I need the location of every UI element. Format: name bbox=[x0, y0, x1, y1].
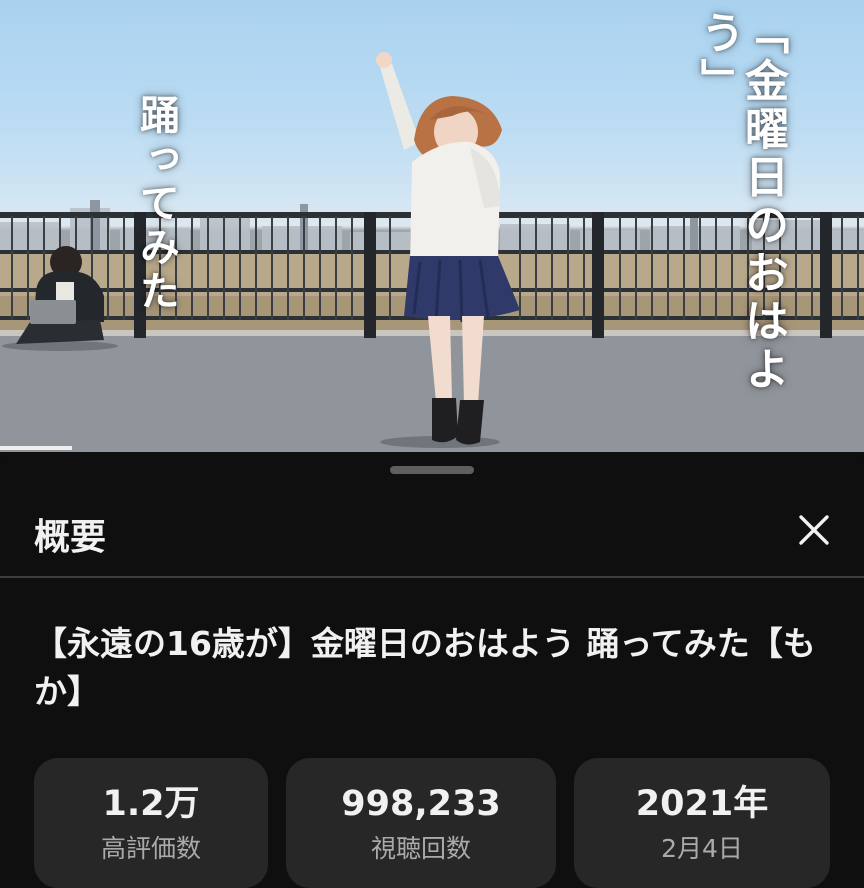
video-player[interactable]: 「金曜日のおはよう」 踊ってみた bbox=[0, 0, 864, 452]
close-icon bbox=[799, 515, 829, 545]
description-panel: 概要 【永遠の16歳が】金曜日のおはよう 踊ってみた【もか】 1.2万 高評価数… bbox=[0, 452, 864, 888]
video-title: 【永遠の16歳が】金曜日のおはよう 踊ってみた【もか】 bbox=[34, 624, 816, 711]
views-label: 視聴回数 bbox=[370, 834, 471, 863]
panel-title: 概要 bbox=[34, 517, 107, 558]
stat-views: 998,233 視聴回数 bbox=[286, 758, 556, 888]
upload-day: 2月4日 bbox=[661, 834, 743, 863]
divider bbox=[0, 576, 864, 578]
video-progress-bar[interactable] bbox=[0, 446, 72, 450]
likes-count: 1.2万 bbox=[102, 784, 200, 824]
likes-label: 高評価数 bbox=[100, 834, 201, 863]
stat-likes: 1.2万 高評価数 bbox=[34, 758, 268, 888]
stat-upload-date: 2021年 2月4日 bbox=[574, 758, 830, 888]
upload-year: 2021年 bbox=[635, 784, 769, 824]
video-caption-subtitle: 踊ってみた bbox=[133, 94, 180, 314]
drag-handle[interactable] bbox=[390, 466, 474, 474]
views-count: 998,233 bbox=[341, 784, 501, 824]
video-caption-title: 「金曜日のおはよう」 bbox=[693, 10, 788, 394]
close-button[interactable] bbox=[790, 506, 838, 554]
